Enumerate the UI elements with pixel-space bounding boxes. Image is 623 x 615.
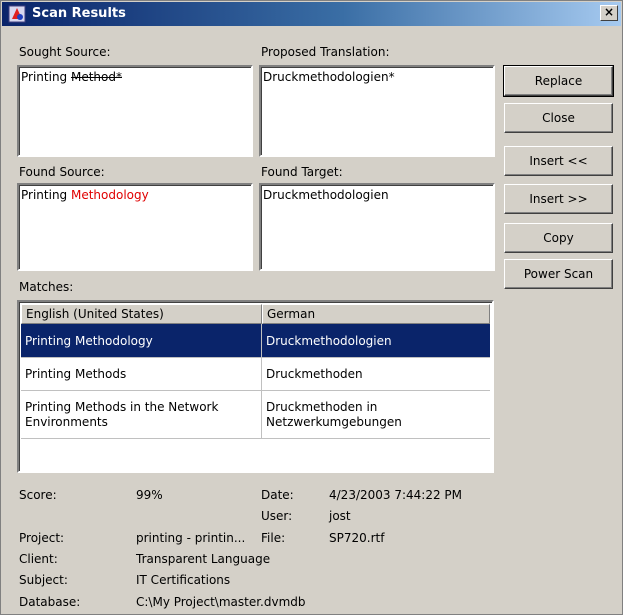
window-title: Scan Results xyxy=(32,6,126,21)
row-source: Printing Methods xyxy=(21,358,262,390)
database-label: Database: xyxy=(19,595,81,609)
replace-button[interactable]: Replace xyxy=(503,65,614,97)
file-value: SP720.rtf xyxy=(329,531,385,545)
project-value: printing - printin... xyxy=(136,531,246,545)
row-target: Druckmethoden in Netzwerkumgebungen xyxy=(266,399,402,429)
app-icon xyxy=(8,5,26,23)
copy-button[interactable]: Copy xyxy=(504,223,613,253)
proposed-translation-text: Druckmethodologien* xyxy=(263,70,395,84)
insert-left-button[interactable]: Insert << xyxy=(504,146,613,176)
date-value: 4/23/2003 7:44:22 PM xyxy=(329,488,463,502)
scan-results-dialog: Scan Results × Sought Source: Proposed T… xyxy=(0,0,623,615)
proposed-translation-label: Proposed Translation: xyxy=(261,45,390,59)
sought-source-struck-text: Method* xyxy=(70,70,122,84)
score-label: Score: xyxy=(19,488,57,502)
table-row[interactable]: Printing Methods Druckmethoden xyxy=(21,358,490,391)
user-label: User: xyxy=(261,509,293,523)
found-target-text: Druckmethodologien xyxy=(263,188,389,202)
close-window-button[interactable]: × xyxy=(600,5,618,21)
proposed-translation-field[interactable]: Druckmethodologien* xyxy=(259,65,495,157)
found-target-label: Found Target: xyxy=(261,165,343,179)
date-label: Date: xyxy=(261,488,294,502)
file-label: File: xyxy=(261,531,286,545)
found-source-text: Printing xyxy=(21,188,71,202)
column-header-english[interactable]: English (United States) xyxy=(21,304,262,324)
subject-label: Subject: xyxy=(19,573,68,587)
close-button[interactable]: Close xyxy=(504,103,613,133)
row-source: Printing Methods in the Network Environm… xyxy=(21,391,262,438)
column-header-german[interactable]: German xyxy=(262,304,490,324)
score-value: 99% xyxy=(136,488,163,502)
found-source-highlight-text: Methodology xyxy=(70,188,149,202)
row-source: Printing Methodology xyxy=(21,324,262,357)
row-target: Druckmethodologien xyxy=(266,333,392,348)
matches-table[interactable]: English (United States) German Printing … xyxy=(17,300,494,473)
title-bar[interactable]: Scan Results × xyxy=(2,2,621,26)
table-row[interactable]: Printing Methodology Druckmethodologien xyxy=(21,324,490,358)
sought-source-label: Sought Source: xyxy=(19,45,111,59)
insert-right-button[interactable]: Insert >> xyxy=(504,184,613,214)
client-value: Transparent Language xyxy=(136,552,271,566)
project-label: Project: xyxy=(19,531,65,545)
subject-value: IT Certifications xyxy=(136,573,231,587)
power-scan-button[interactable]: Power Scan xyxy=(504,259,613,289)
sought-source-field[interactable]: Printing Method* xyxy=(17,65,253,157)
matches-label: Matches: xyxy=(19,280,74,294)
user-value: jost xyxy=(329,509,351,523)
table-header: English (United States) German xyxy=(21,304,490,324)
found-source-field[interactable]: Printing Methodology xyxy=(17,183,253,271)
database-value: C:\My Project\master.dvmdb xyxy=(136,595,306,609)
client-label: Client: xyxy=(19,552,58,566)
sought-source-text: Printing xyxy=(21,70,71,84)
table-row[interactable]: Printing Methods in the Network Environm… xyxy=(21,391,490,439)
found-target-field[interactable]: Druckmethodologien xyxy=(259,183,495,271)
row-target: Druckmethoden xyxy=(266,367,363,381)
found-source-label: Found Source: xyxy=(19,165,105,179)
